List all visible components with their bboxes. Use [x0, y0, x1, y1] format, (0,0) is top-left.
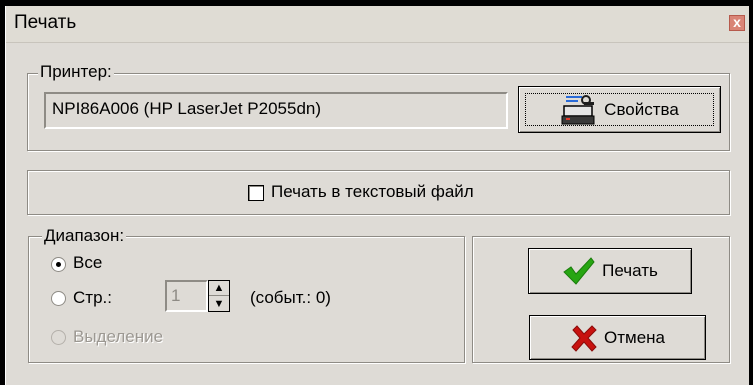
printer-name-field: NPI86A006 (HP LaserJet P2055dn)	[44, 92, 508, 129]
spin-down-icon[interactable]: ▼	[209, 296, 229, 311]
cancel-x-icon	[571, 324, 597, 352]
print-to-file-label[interactable]: Печать в текстовый файл	[271, 182, 474, 202]
properties-button[interactable]: Свойства	[518, 86, 721, 133]
properties-label: Свойства	[604, 99, 679, 119]
radio-all[interactable]	[51, 257, 66, 272]
radio-selection-label[interactable]: Выделение	[73, 327, 163, 347]
printer-icon	[561, 94, 595, 124]
radio-pages-label[interactable]: Стр.:	[73, 288, 112, 308]
title-bar[interactable]: Печать x	[6, 6, 749, 43]
print-label: Печать	[602, 261, 658, 280]
radio-selection[interactable]	[51, 330, 66, 345]
print-button[interactable]: Печать	[528, 248, 692, 294]
printer-legend: Принтер:	[38, 62, 114, 82]
cancel-label: Отмена	[604, 327, 665, 347]
window-inner-edge	[5, 6, 6, 385]
events-count-label: (событ.: 0)	[250, 288, 331, 307]
window-title: Печать	[14, 12, 77, 33]
pages-spinner[interactable]: ▲ ▼	[208, 280, 230, 312]
cancel-button[interactable]: Отмена	[529, 315, 706, 360]
radio-all-label[interactable]: Все	[73, 253, 102, 273]
print-to-file-checkbox[interactable]	[248, 185, 264, 201]
close-icon: x	[733, 14, 741, 30]
printer-name: NPI86A006 (HP LaserJet P2055dn)	[52, 99, 322, 118]
spin-up-icon[interactable]: ▲	[209, 281, 229, 296]
close-button[interactable]: x	[729, 15, 745, 31]
print-dialog: Печать x Принтер: NPI86A006 (HP LaserJet…	[0, 0, 753, 385]
checkmark-icon	[563, 257, 595, 285]
radio-pages[interactable]	[51, 291, 66, 306]
window-frame-right	[749, 0, 753, 385]
range-legend: Диапазон:	[42, 226, 127, 246]
pages-input[interactable]: 1	[165, 280, 208, 312]
pages-value: 1	[171, 286, 181, 305]
